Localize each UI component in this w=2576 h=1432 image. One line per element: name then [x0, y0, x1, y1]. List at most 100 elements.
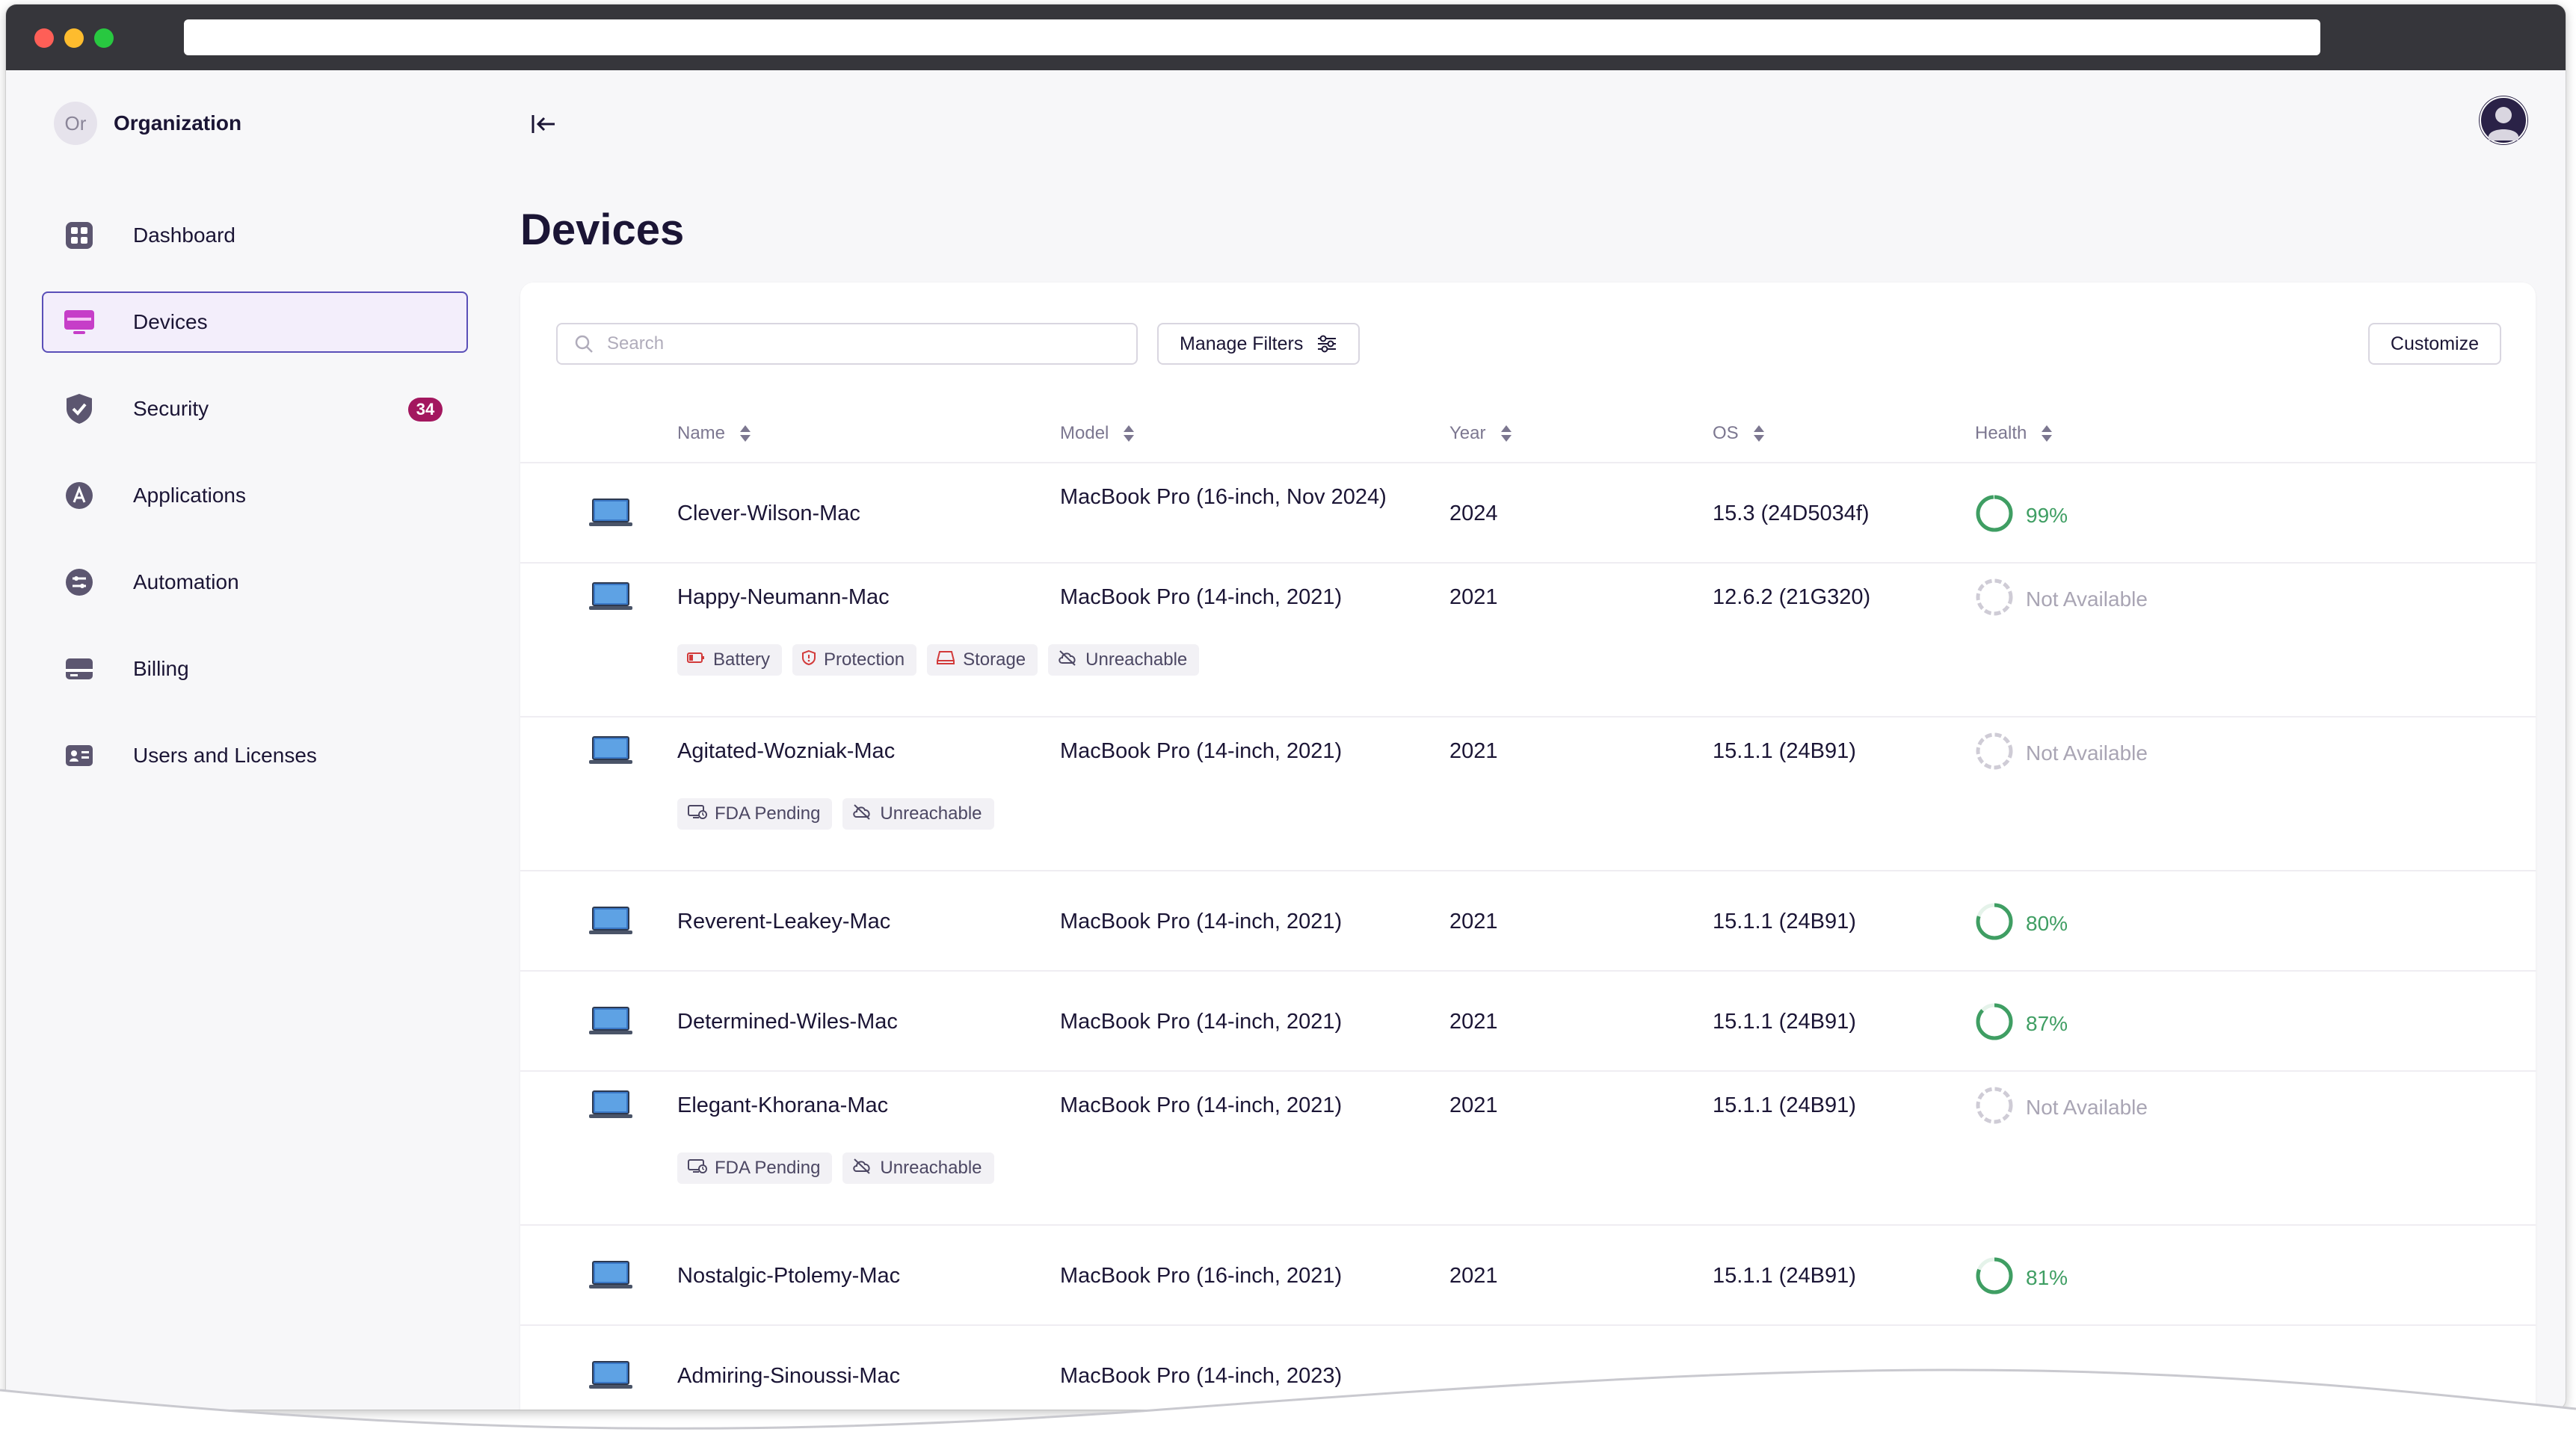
- sidebar-item-label: Dashboard: [133, 223, 235, 247]
- organization-name: Organization: [114, 111, 242, 135]
- column-header-os[interactable]: OS: [1713, 423, 1766, 444]
- laptop-icon: [589, 581, 632, 615]
- manage-filters-button[interactable]: Manage Filters: [1157, 323, 1361, 365]
- user-avatar[interactable]: [2479, 96, 2528, 145]
- device-name[interactable]: Clever-Wilson-Mac: [677, 498, 860, 529]
- table-row[interactable]: Happy-Neumann-Mac MacBook Pro (14-inch, 2…: [520, 564, 2536, 717]
- browser-titlebar: [6, 4, 2566, 70]
- device-model: MacBook Pro (16-inch, Nov 2024): [1060, 485, 1387, 509]
- sidebar-item-devices[interactable]: Devices: [42, 291, 468, 353]
- page-title: Devices: [520, 206, 685, 254]
- laptop-icon: [589, 498, 632, 531]
- sidebar-item-dashboard[interactable]: Dashboard: [42, 205, 468, 266]
- tag-protection[interactable]: Protection: [792, 644, 917, 676]
- sidebar-item-billing[interactable]: Billing: [42, 638, 468, 700]
- sidebar-item-automation[interactable]: Automation: [42, 552, 468, 613]
- shield-icon: [63, 392, 96, 425]
- device-year: 2021: [1449, 1093, 1498, 1117]
- laptop-icon: [589, 906, 632, 939]
- fda-pending-icon: [686, 1158, 715, 1179]
- health-indicator: 80%: [1975, 902, 2068, 945]
- column-header-name[interactable]: Name: [677, 423, 752, 444]
- torn-edge-decoration: [0, 1368, 2576, 1432]
- tag-label: Storage: [963, 649, 1026, 670]
- sort-icon: [2042, 425, 2053, 442]
- column-header-label: Name: [677, 423, 726, 443]
- sidebar-item-applications[interactable]: Applications: [42, 465, 468, 526]
- health-value: 80%: [2026, 911, 2068, 935]
- health-value: 87%: [2026, 1011, 2068, 1035]
- tag-unreachable[interactable]: Unreachable: [842, 1152, 994, 1184]
- fda-pending-icon: [686, 803, 715, 825]
- minimize-window-button[interactable]: [64, 28, 84, 48]
- device-issue-tags: FDA Pending Unreachable: [677, 798, 1005, 830]
- device-os: 15.1.1 (24B91): [1713, 739, 1856, 763]
- tag-label: Protection: [824, 649, 905, 670]
- device-name[interactable]: Elegant-Khorana-Mac: [677, 1090, 888, 1121]
- health-ring-icon: [1975, 1256, 2014, 1299]
- device-name[interactable]: Reverent-Leakey-Mac: [677, 906, 890, 937]
- sidebar-item-security[interactable]: Security 34: [42, 378, 468, 439]
- sidebar-item-users-and-licenses[interactable]: Users and Licenses: [42, 725, 468, 786]
- table-row[interactable]: Clever-Wilson-Mac MacBook Pro (16-inch, N…: [520, 463, 2536, 564]
- devices-table-body: Clever-Wilson-Mac MacBook Pro (16-inch, N…: [520, 463, 2536, 1410]
- unreachable-icon: [1057, 649, 1085, 671]
- address-bar[interactable]: [184, 19, 2320, 55]
- device-model: MacBook Pro (14-inch, 2021): [1060, 1010, 1343, 1034]
- collapse-sidebar-icon[interactable]: [529, 111, 559, 138]
- laptop-icon: [589, 1260, 632, 1294]
- table-row[interactable]: Determined-Wiles-Mac MacBook Pro (14-inch…: [520, 972, 2536, 1072]
- column-header-model[interactable]: Model: [1060, 423, 1136, 444]
- tag-unreachable[interactable]: Unreachable: [1048, 644, 1200, 676]
- column-header-health[interactable]: Health: [1975, 423, 2053, 444]
- table-row[interactable]: Elegant-Khorana-Mac MacBook Pro (14-inch,…: [520, 1072, 2536, 1226]
- manage-filters-label: Manage Filters: [1180, 333, 1304, 354]
- device-name[interactable]: Happy-Neumann-Mac: [677, 581, 890, 613]
- sort-icon: [1124, 425, 1135, 442]
- browser-window: Or Organization Dashboard Devices Securi…: [6, 4, 2566, 1410]
- health-value: Not Available: [2026, 741, 2148, 765]
- health-indicator: Not Available: [1975, 1086, 2148, 1129]
- tag-label: Battery: [713, 649, 771, 670]
- device-year: 2021: [1449, 1264, 1498, 1288]
- table-row[interactable]: Nostalgic-Ptolemy-Mac MacBook Pro (16-inc…: [520, 1226, 2536, 1326]
- devices-table-card: Manage Filters Customize Name Model Year: [520, 283, 2536, 1410]
- device-name[interactable]: Agitated-Wozniak-Mac: [677, 735, 895, 767]
- device-year: 2024: [1449, 501, 1498, 525]
- health-value: 81%: [2026, 1265, 2068, 1289]
- column-header-year[interactable]: Year: [1449, 423, 1513, 444]
- device-model: MacBook Pro (14-inch, 2021): [1060, 910, 1343, 933]
- sort-icon: [740, 425, 751, 442]
- close-window-button[interactable]: [34, 28, 54, 48]
- column-header-label: Year: [1449, 423, 1486, 443]
- table-row[interactable]: Reverent-Leakey-Mac MacBook Pro (14-inch,…: [520, 871, 2536, 972]
- health-indicator: 99%: [1975, 494, 2068, 537]
- tag-fda-pending[interactable]: FDA Pending: [677, 1152, 833, 1184]
- search-field[interactable]: [556, 323, 1138, 365]
- table-row[interactable]: Agitated-Wozniak-Mac MacBook Pro (14-inch…: [520, 717, 2536, 871]
- device-name[interactable]: Nostalgic-Ptolemy-Mac: [677, 1260, 900, 1291]
- billing-icon: [63, 652, 96, 685]
- customize-button[interactable]: Customize: [2367, 323, 2501, 365]
- tag-storage[interactable]: Storage: [927, 644, 1038, 676]
- health-ring-icon: [1975, 578, 2014, 620]
- table-header: Name Model Year OS Health: [520, 410, 2536, 463]
- tag-fda-pending[interactable]: FDA Pending: [677, 798, 833, 830]
- health-indicator: 87%: [1975, 1002, 2068, 1045]
- tag-battery[interactable]: Battery: [677, 644, 783, 676]
- battery-icon: [686, 649, 713, 670]
- filter-sliders-icon: [1318, 335, 1337, 353]
- device-model: MacBook Pro (16-inch, 2021): [1060, 1264, 1343, 1288]
- laptop-icon: [589, 1006, 632, 1040]
- unreachable-icon: [851, 1158, 880, 1179]
- maximize-window-button[interactable]: [94, 28, 114, 48]
- applications-icon: [63, 479, 96, 512]
- tag-unreachable[interactable]: Unreachable: [842, 798, 994, 830]
- organization-avatar: Or: [54, 102, 97, 145]
- storage-icon: [936, 649, 963, 671]
- search-input[interactable]: [607, 333, 1115, 354]
- organization-switcher[interactable]: Or Organization: [54, 102, 241, 145]
- tag-label: FDA Pending: [715, 803, 821, 824]
- users-icon: [63, 739, 96, 772]
- device-name[interactable]: Determined-Wiles-Mac: [677, 1006, 898, 1037]
